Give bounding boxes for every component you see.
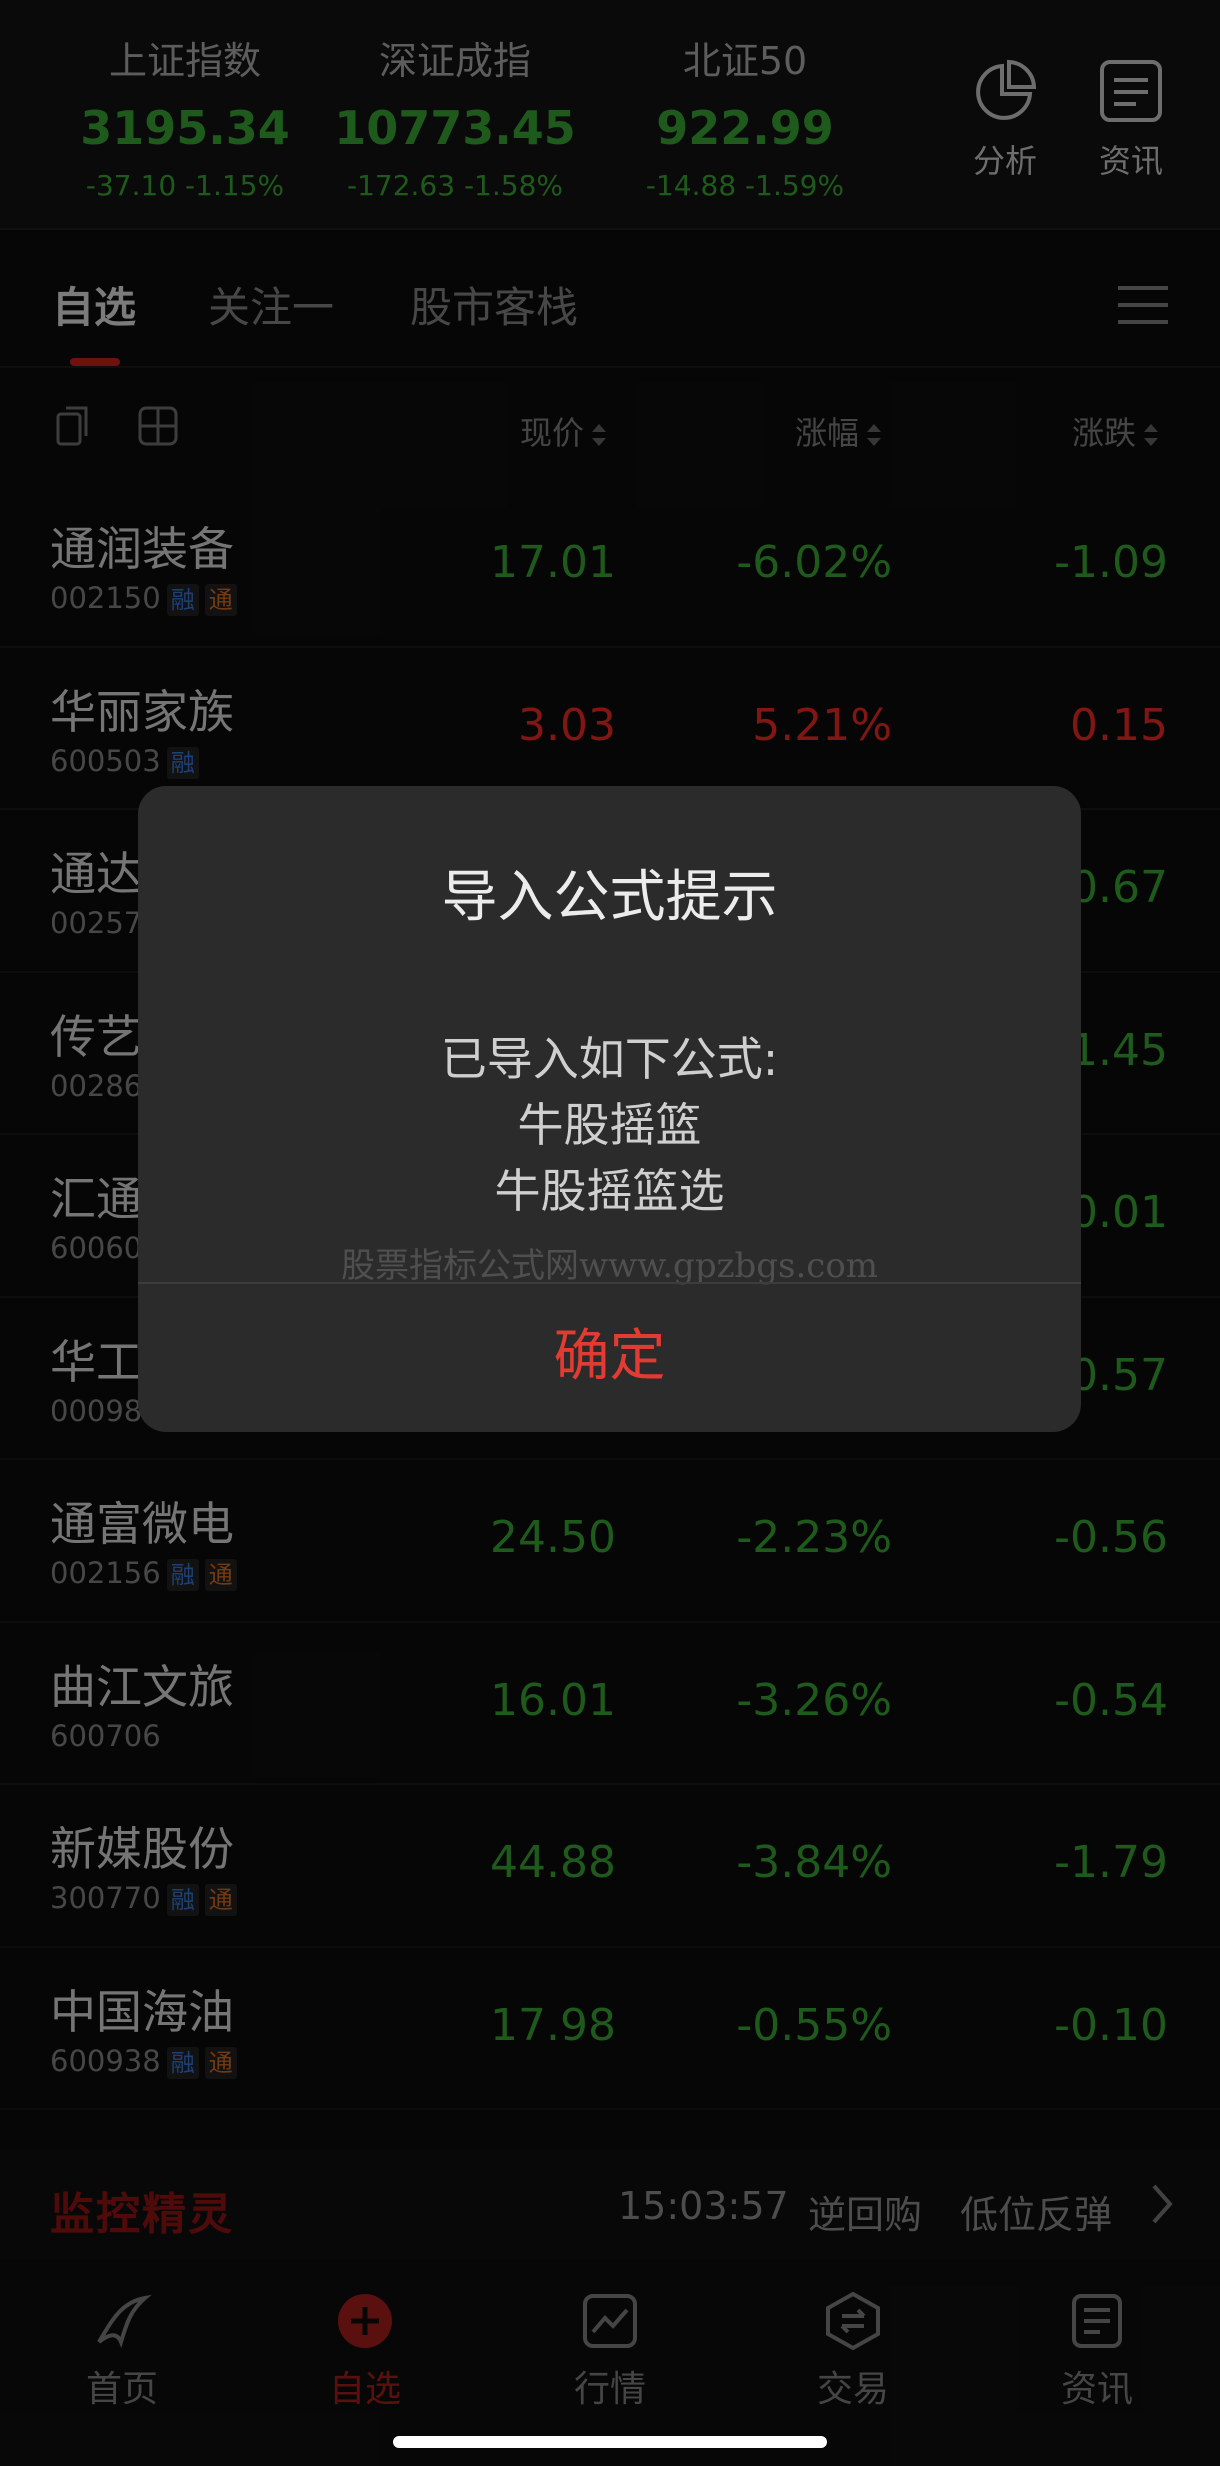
confirm-button[interactable]: 确定 — [138, 1282, 1081, 1432]
dialog-title: 导入公式提示 — [441, 865, 778, 930]
formula-name: 牛股摇篮 — [517, 1098, 702, 1152]
watermark: 股票指标公式网www.gpzbgs.com — [340, 1246, 879, 1286]
formula-name: 牛股摇篮选 — [494, 1164, 725, 1218]
home-indicator[interactable] — [393, 2436, 827, 2448]
dialog-message: 已导入如下公式: 牛股摇篮 牛股摇篮选 — [138, 1026, 1081, 1224]
dialog-message-line: 已导入如下公式: — [440, 1032, 779, 1086]
import-formula-dialog: 导入公式提示 已导入如下公式: 牛股摇篮 牛股摇篮选 股票指标公式网www.gp… — [138, 786, 1081, 1432]
